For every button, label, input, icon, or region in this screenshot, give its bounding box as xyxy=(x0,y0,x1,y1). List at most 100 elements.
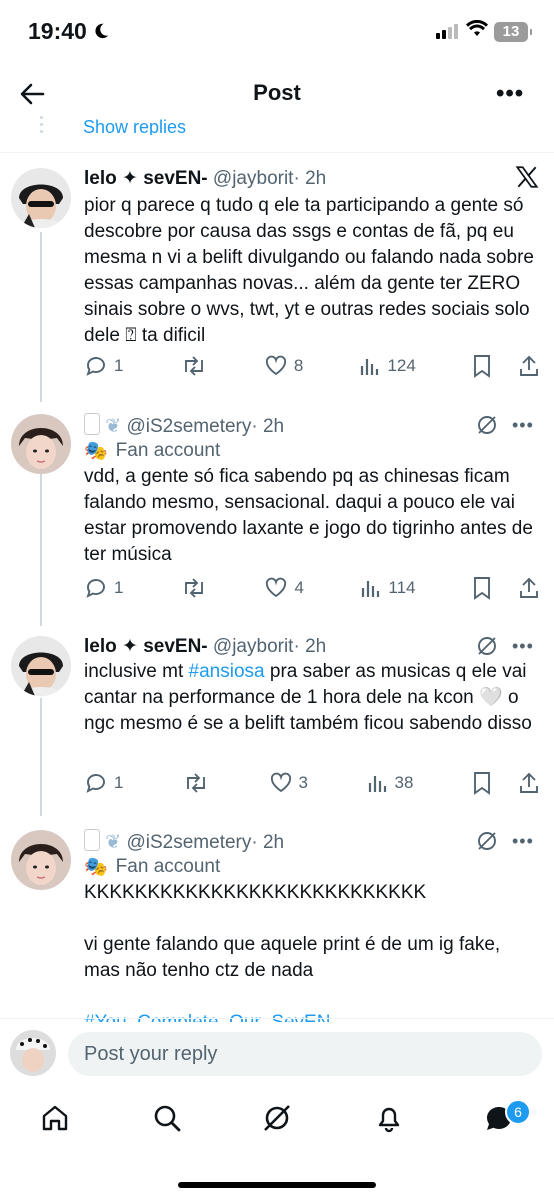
tweet-text: inclusive mt #ansiosa pra saber as music… xyxy=(84,659,534,737)
reply-count: 1 xyxy=(114,356,124,375)
message-count-badge: 6 xyxy=(505,1099,531,1125)
battery-icon: 13 xyxy=(494,22,532,42)
views-button[interactable]: 38 xyxy=(367,772,414,794)
home-indicator xyxy=(178,1182,376,1188)
moon-icon xyxy=(92,22,110,45)
reply-count: 1 xyxy=(114,578,124,597)
theater-masks-icon: 🎭 xyxy=(84,441,108,462)
more-options-icon[interactable]: ••• xyxy=(512,636,534,657)
like-button[interactable]: 3 xyxy=(269,771,308,795)
thread-line xyxy=(40,698,42,816)
avatar[interactable] xyxy=(11,636,71,696)
bookmark-icon[interactable] xyxy=(472,576,492,600)
heart-icon xyxy=(270,772,291,793)
repost-icon xyxy=(184,356,203,376)
phone-emoji-icon xyxy=(84,829,100,851)
reply-icon xyxy=(86,774,105,793)
avatar[interactable] xyxy=(11,168,71,228)
bookmark-icon[interactable] xyxy=(472,354,492,378)
divider xyxy=(0,152,554,153)
like-button[interactable]: 8 xyxy=(264,354,303,378)
timestamp: · 2h xyxy=(251,416,285,437)
grok-icon[interactable] xyxy=(476,830,498,852)
reply-button[interactable]: 1 xyxy=(84,576,123,600)
wing-emoji-icon: ❦ xyxy=(105,832,122,853)
repost-button[interactable] xyxy=(182,771,210,795)
hashtag-link[interactable]: #ansiosa xyxy=(189,661,265,682)
heart-icon xyxy=(265,355,286,376)
reply-count: 1 xyxy=(114,773,124,792)
tweet-header: lelo ✦ sevEN- @jayborit· 2h xyxy=(84,635,326,658)
handle[interactable]: @iS2semetery xyxy=(126,416,251,437)
x-logo-icon[interactable] xyxy=(514,164,540,190)
tweet-top-icons: ••• xyxy=(476,830,534,852)
share-icon[interactable] xyxy=(518,771,540,795)
like-count: 8 xyxy=(293,356,304,375)
theater-masks-icon: 🎭 xyxy=(84,857,108,878)
more-options-icon[interactable]: ••• xyxy=(512,831,534,852)
home-icon[interactable] xyxy=(40,1103,70,1138)
status-time: 19:40 xyxy=(28,18,87,44)
views-icon xyxy=(361,359,379,375)
signal-icon xyxy=(436,24,458,39)
fan-account-label: 🎭 Fan account xyxy=(84,439,220,463)
views-count: 124 xyxy=(387,356,416,375)
search-icon[interactable] xyxy=(152,1103,182,1138)
handle[interactable]: @jayborit xyxy=(213,168,294,189)
reply-icon xyxy=(86,579,105,598)
fan-account-text: Fan account xyxy=(115,440,221,461)
repost-icon xyxy=(185,578,203,598)
tweet-text-part: inclusive mt xyxy=(84,661,189,682)
views-button[interactable]: 114 xyxy=(360,577,416,599)
timestamp: · 2h xyxy=(293,636,327,657)
more-options-icon[interactable]: ••• xyxy=(512,415,534,436)
tweet-actions: 1 8 124 xyxy=(84,354,540,378)
handle[interactable]: @iS2semetery xyxy=(126,832,251,853)
notifications-icon[interactable] xyxy=(374,1103,404,1138)
tweet-header: ❦ @iS2semetery· 2h xyxy=(84,413,284,438)
more-options-icon[interactable]: ••• xyxy=(496,80,524,108)
page-title: Post xyxy=(253,80,301,105)
thread-ellipsis xyxy=(40,116,43,136)
reply-button[interactable]: 1 xyxy=(84,354,123,378)
views-count: 114 xyxy=(388,578,416,597)
tweet-header: lelo ✦ sevEN- @jayborit· 2h xyxy=(84,167,326,190)
views-button[interactable]: 124 xyxy=(359,355,416,377)
divider xyxy=(0,1018,554,1019)
reply-button[interactable]: 1 xyxy=(84,771,123,795)
hashtag-link[interactable]: #You_Complete_Our_SevEN xyxy=(84,1010,534,1022)
reply-input[interactable]: Post your reply xyxy=(68,1032,542,1076)
bookmark-icon[interactable] xyxy=(472,771,492,795)
like-count: 3 xyxy=(298,773,308,792)
timestamp: · 2h xyxy=(251,832,285,853)
grok-icon[interactable] xyxy=(476,635,498,657)
share-icon[interactable] xyxy=(518,354,540,378)
tweet-text: vdd, a gente só fica sabendo pq as chine… xyxy=(84,466,533,565)
grok-tab-icon[interactable] xyxy=(262,1103,292,1138)
grok-icon[interactable] xyxy=(476,414,498,436)
fan-account-text: Fan account xyxy=(115,856,221,877)
tweet-text: pior q parece q tudo q ele ta participan… xyxy=(84,195,534,346)
wifi-icon xyxy=(466,19,488,43)
views-icon xyxy=(362,581,380,597)
repost-button[interactable] xyxy=(180,354,208,378)
tweet-actions: 1 4 114 xyxy=(84,576,540,600)
views-count: 38 xyxy=(394,773,414,792)
show-replies-link[interactable]: Show replies xyxy=(83,117,186,135)
repost-icon xyxy=(187,773,205,793)
user-avatar[interactable] xyxy=(10,1030,56,1076)
timestamp: · 2h xyxy=(293,168,327,189)
share-icon[interactable] xyxy=(518,576,540,600)
avatar[interactable] xyxy=(11,830,71,890)
avatar[interactable] xyxy=(11,414,71,474)
views-icon xyxy=(368,776,386,792)
display-name[interactable]: lelo ✦ sevEN- xyxy=(84,168,208,189)
tweet-text: KKKKKKKKKKKKKKKKKKKKKKKKKKK xyxy=(84,882,427,903)
handle[interactable]: @jayborit xyxy=(213,636,294,657)
repost-button[interactable] xyxy=(180,576,208,600)
display-name[interactable]: lelo ✦ sevEN- xyxy=(84,636,208,657)
tweet-header: ❦ @iS2semetery· 2h xyxy=(84,829,284,854)
like-button[interactable]: 4 xyxy=(264,576,304,600)
fan-account-label: 🎭 Fan account xyxy=(84,855,220,879)
tweet-top-icons: ••• xyxy=(476,414,534,436)
